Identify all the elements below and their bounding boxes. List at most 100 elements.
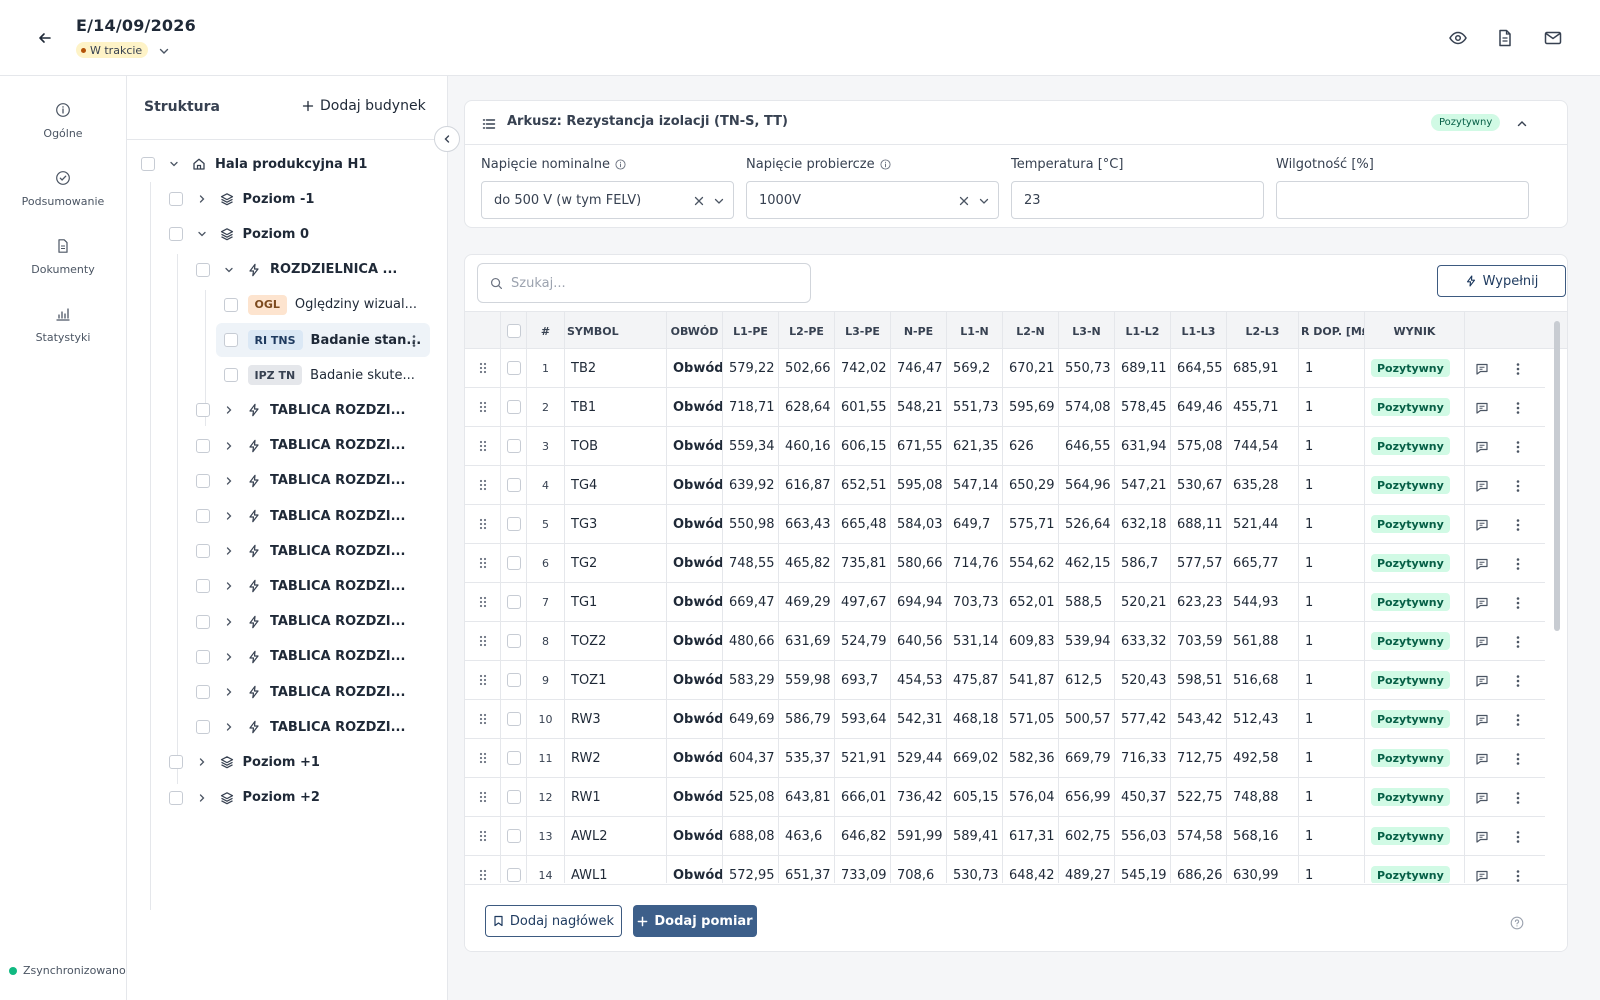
kebab-menu-icon[interactable] xyxy=(1511,673,1525,687)
measurement-cell[interactable]: 524,79 xyxy=(835,622,891,660)
r-allowed-cell[interactable]: 1 xyxy=(1299,349,1365,387)
measurement-cell[interactable]: 544,93 xyxy=(1227,583,1299,621)
tree-checkbox[interactable] xyxy=(196,614,210,629)
measurement-cell[interactable]: 526,64 xyxy=(1059,505,1115,543)
measurement-cell[interactable]: 604,37 xyxy=(723,739,779,777)
symbol-cell[interactable]: TB2 xyxy=(565,349,667,387)
circuit-cell[interactable]: Obwód 3F xyxy=(667,388,723,426)
measurement-cell[interactable]: 703,73 xyxy=(947,583,1003,621)
measurement-cell[interactable]: 718,71 xyxy=(723,388,779,426)
circuit-cell[interactable]: Obwód 3F xyxy=(667,505,723,543)
test-voltage-select[interactable]: 1000V xyxy=(746,181,999,219)
chevron-down-icon[interactable] xyxy=(712,194,726,208)
measurement-cell[interactable]: 529,44 xyxy=(891,739,947,777)
r-allowed-cell[interactable]: 1 xyxy=(1299,505,1365,543)
measurement-cell[interactable]: 733,09 xyxy=(835,856,891,883)
r-allowed-cell[interactable]: 1 xyxy=(1299,700,1365,738)
measurement-cell[interactable]: 569,2 xyxy=(947,349,1003,387)
measurement-cell[interactable]: 531,14 xyxy=(947,622,1003,660)
symbol-cell[interactable]: TG2 xyxy=(565,544,667,582)
row-select-cell[interactable] xyxy=(501,700,527,738)
measurement-cell[interactable]: 512,43 xyxy=(1227,700,1299,738)
tree-checkbox[interactable] xyxy=(141,157,155,171)
measurement-cell[interactable]: 746,47 xyxy=(891,349,947,387)
row-select-cell[interactable] xyxy=(501,466,527,504)
measurement-cell[interactable]: 576,04 xyxy=(1003,778,1059,816)
row-select-cell[interactable] xyxy=(501,544,527,582)
circuit-cell[interactable]: Obwód 3F xyxy=(667,544,723,582)
tree-item[interactable]: IPZ TN Badanie skute... xyxy=(223,358,428,392)
symbol-cell[interactable]: TG3 xyxy=(565,505,667,543)
measurement-cell[interactable]: 465,82 xyxy=(779,544,835,582)
kebab-menu-icon[interactable] xyxy=(1511,790,1525,804)
kebab-menu-icon[interactable] xyxy=(1511,517,1525,531)
clear-icon[interactable] xyxy=(692,194,706,208)
tree-item[interactable]: ROZDZIELNICA ... xyxy=(196,253,427,287)
result-cell[interactable]: Pozytywny xyxy=(1365,856,1465,883)
measurement-cell[interactable]: 633,32 xyxy=(1115,622,1171,660)
measurement-cell[interactable]: 586,7 xyxy=(1115,544,1171,582)
r-allowed-cell[interactable]: 1 xyxy=(1299,817,1365,855)
collapse-panel-button[interactable] xyxy=(434,126,460,152)
back-arrow-icon[interactable] xyxy=(34,27,56,49)
measurement-cell[interactable]: 550,73 xyxy=(1059,349,1115,387)
add-building-button[interactable]: Dodaj budynek xyxy=(302,98,426,114)
tree-checkbox[interactable] xyxy=(196,473,210,488)
measurement-cell[interactable]: 656,99 xyxy=(1059,778,1115,816)
chevron-up-icon[interactable] xyxy=(1515,116,1529,130)
measurement-cell[interactable]: 469,29 xyxy=(779,583,835,621)
drag-handle-icon[interactable] xyxy=(465,388,501,426)
comment-icon[interactable] xyxy=(1475,790,1489,804)
measurement-cell[interactable]: 547,21 xyxy=(1115,466,1171,504)
r-allowed-cell[interactable]: 1 xyxy=(1299,739,1365,777)
circuit-cell[interactable]: Obwód 3F xyxy=(667,622,723,660)
measurement-cell[interactable]: 572,95 xyxy=(723,856,779,883)
measurement-cell[interactable]: 492,58 xyxy=(1227,739,1299,777)
th-select[interactable] xyxy=(501,312,527,350)
tree-item[interactable]: TABLICA ROZDZI... xyxy=(196,464,427,498)
measurement-cell[interactable]: 665,48 xyxy=(835,505,891,543)
mail-icon[interactable] xyxy=(1543,28,1563,48)
add-header-button[interactable]: Dodaj nagłówek xyxy=(485,905,622,937)
row-select-cell[interactable] xyxy=(501,349,527,387)
measurement-cell[interactable]: 542,31 xyxy=(891,700,947,738)
measurement-cell[interactable]: 455,71 xyxy=(1227,388,1299,426)
measurement-cell[interactable]: 535,37 xyxy=(779,739,835,777)
row-checkbox[interactable] xyxy=(506,673,521,687)
scrollbar-thumb[interactable] xyxy=(1554,321,1560,631)
tree-item[interactable]: Poziom 0 xyxy=(168,217,428,251)
result-cell[interactable]: Pozytywny xyxy=(1365,388,1465,426)
measurement-cell[interactable]: 736,42 xyxy=(891,778,947,816)
comment-icon[interactable] xyxy=(1475,517,1489,531)
symbol-cell[interactable]: TB1 xyxy=(565,388,667,426)
measurement-cell[interactable]: 521,91 xyxy=(835,739,891,777)
kebab-menu-icon[interactable] xyxy=(1511,400,1525,414)
status-badge[interactable]: W trakcie xyxy=(76,42,149,58)
drag-handle-icon[interactable] xyxy=(465,856,501,883)
measurement-cell[interactable]: 649,7 xyxy=(947,505,1003,543)
measurement-cell[interactable]: 520,43 xyxy=(1115,661,1171,699)
comment-icon[interactable] xyxy=(1475,673,1489,687)
result-cell[interactable]: Pozytywny xyxy=(1365,427,1465,465)
tree-item[interactable]: TABLICA ROZDZI... xyxy=(196,429,427,463)
measurement-cell[interactable]: 574,58 xyxy=(1171,817,1227,855)
tree-checkbox[interactable] xyxy=(196,509,210,523)
kebab-menu-icon[interactable] xyxy=(1511,439,1525,453)
measurement-cell[interactable]: 643,81 xyxy=(779,778,835,816)
nav-item-documents[interactable]: Dokumenty xyxy=(0,238,126,277)
measurement-cell[interactable]: 632,18 xyxy=(1115,505,1171,543)
measurement-cell[interactable]: 568,16 xyxy=(1227,817,1299,855)
measurement-cell[interactable]: 639,92 xyxy=(723,466,779,504)
measurement-cell[interactable]: 530,67 xyxy=(1171,466,1227,504)
measurement-cell[interactable]: 450,37 xyxy=(1115,778,1171,816)
drag-handle-icon[interactable] xyxy=(465,466,501,504)
drag-handle-icon[interactable] xyxy=(465,349,501,387)
measurement-cell[interactable]: 685,91 xyxy=(1227,349,1299,387)
measurement-cell[interactable]: 631,94 xyxy=(1115,427,1171,465)
kebab-menu-icon[interactable] xyxy=(1511,751,1525,765)
tree-item[interactable]: TABLICA ROZDZI... xyxy=(196,675,427,709)
measurement-cell[interactable]: 589,41 xyxy=(947,817,1003,855)
symbol-cell[interactable]: TG1 xyxy=(565,583,667,621)
measurement-cell[interactable]: 748,88 xyxy=(1227,778,1299,816)
chevron-right-icon[interactable] xyxy=(195,791,209,805)
